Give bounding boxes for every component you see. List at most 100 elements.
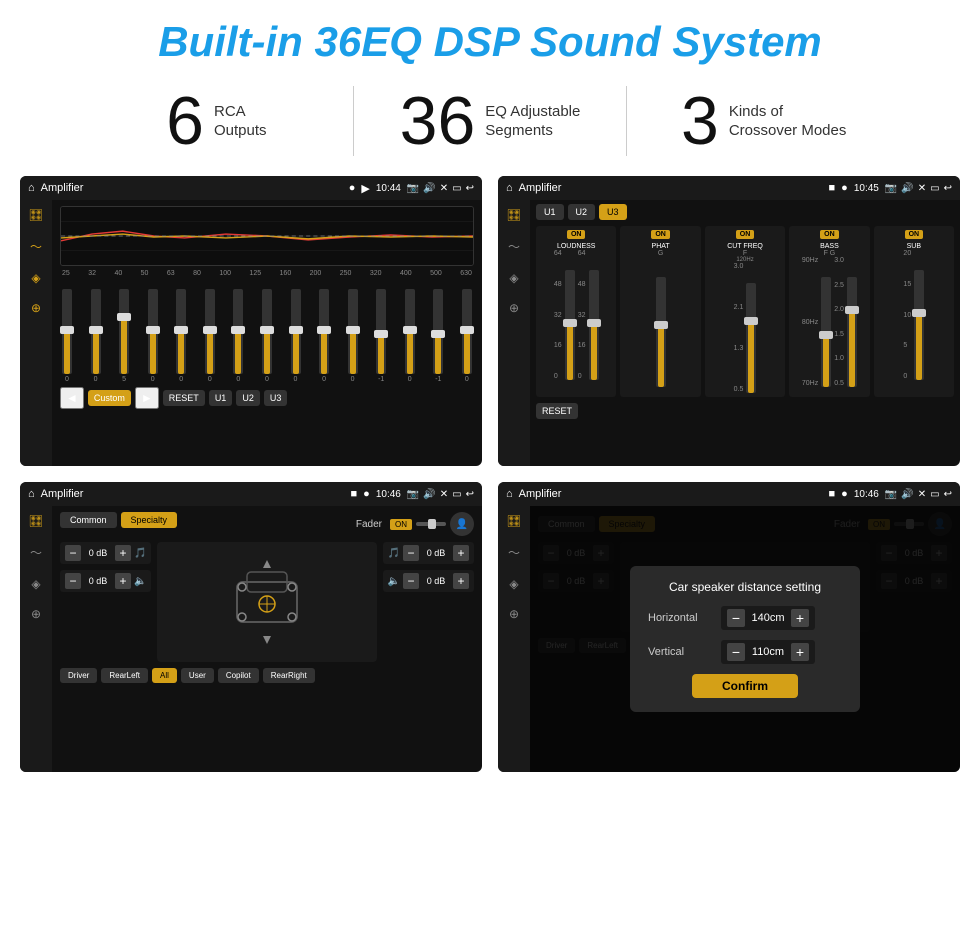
stat-crossover-label: Kinds ofCrossover Modes (729, 102, 847, 141)
eq-u1-button[interactable]: U1 (209, 390, 233, 406)
eq-reset-button[interactable]: RESET (163, 390, 205, 406)
crossover-speaker-icon[interactable]: ◈ (509, 271, 518, 285)
crossover-sidebar: 🎛 〜 ◈ ⊕ (498, 200, 530, 466)
distance-extra-icon[interactable]: ⊕ (509, 607, 519, 621)
crossover-u2-button[interactable]: U2 (568, 204, 596, 220)
eq-custom-button[interactable]: Custom (88, 390, 131, 406)
speaker-extra-icon[interactable]: ⊕ (31, 607, 41, 621)
spk-rearleft-btn[interactable]: RearLeft (101, 668, 148, 683)
distance-tune-icon[interactable]: 🎛 (506, 514, 521, 528)
vol-fr-minus[interactable]: − (403, 545, 419, 561)
eq-slider-11: -1 (376, 289, 386, 383)
vol-fl-minus[interactable]: − (65, 545, 81, 561)
eq-slider-2: 5 (119, 289, 129, 383)
car-diagram-svg (217, 552, 317, 652)
dot4-icon: ● (841, 488, 848, 500)
eq-screen-body: 🎛 〜 ◈ ⊕ (20, 200, 482, 466)
distance-sidebar: 🎛 〜 ◈ ⊕ (498, 506, 530, 772)
car-diagram (157, 542, 376, 662)
vol-fl-plus[interactable]: + (115, 545, 131, 561)
close-icon-4[interactable]: ✕ (918, 489, 926, 500)
crossover-u1-button[interactable]: U1 (536, 204, 564, 220)
profile-button[interactable]: 👤 (450, 512, 474, 536)
cutfreq-label: CUT FREQ (709, 243, 781, 250)
screen-distance-status-icons: 📷 🔊 ✕ ▭ ↩ (885, 489, 952, 500)
horizontal-val-row: − 140cm + (721, 606, 815, 630)
eq-slider-14: 0 (462, 289, 472, 383)
eq-extra-icon[interactable]: ⊕ (31, 301, 41, 315)
eq-next-button[interactable]: ► (135, 387, 159, 409)
speaker-main: Common Specialty Fader ON 👤 (52, 506, 482, 772)
play-icon[interactable]: ▶ (361, 182, 369, 195)
vol-row-fr: 🎵 − 0 dB + (383, 542, 474, 564)
speaker-tune-icon[interactable]: 🎛 (28, 514, 43, 528)
vol-rr-plus[interactable]: + (453, 573, 469, 589)
tab-specialty[interactable]: Specialty (121, 512, 178, 528)
vol-row-rr: 🔈 − 0 dB + (383, 570, 474, 592)
back-icon-3[interactable]: ↩ (466, 489, 474, 500)
speaker-speaker-icon[interactable]: ◈ (31, 577, 40, 591)
screen-crossover-topbar: ⌂ Amplifier ■ ● 10:45 📷 🔊 ✕ ▭ ↩ (498, 176, 960, 200)
stat-crossover: 3 Kinds ofCrossover Modes (627, 87, 900, 155)
spk-copilot-btn[interactable]: Copilot (218, 668, 259, 683)
eq-u2-button[interactable]: U2 (236, 390, 260, 406)
close-icon[interactable]: ✕ (440, 183, 448, 194)
spk-all-btn[interactable]: All (152, 668, 177, 683)
vertical-plus-btn[interactable]: + (791, 643, 809, 661)
fader-on-badge: ON (390, 519, 412, 530)
distance-speaker-icon[interactable]: ◈ (509, 577, 518, 591)
crossover-reset-button[interactable]: RESET (536, 403, 578, 419)
crossover-tune-icon[interactable]: 🎛 (506, 208, 521, 222)
back-icon-4[interactable]: ↩ (944, 489, 952, 500)
distance-wave-icon[interactable]: 〜 (508, 544, 520, 561)
close-icon-2[interactable]: ✕ (918, 183, 926, 194)
page-title: Built-in 36EQ DSP Sound System (0, 0, 980, 76)
crossover-wave-icon[interactable]: 〜 (508, 238, 520, 255)
vol-fr-plus[interactable]: + (453, 545, 469, 561)
volume-icon: 🔊 (423, 183, 435, 194)
back-icon-2[interactable]: ↩ (944, 183, 952, 194)
dot-icon-4: ■ (829, 488, 836, 500)
horizontal-minus-btn[interactable]: − (727, 609, 745, 627)
screen-speaker: ⌂ Amplifier ■ ● 10:46 📷 🔊 ✕ ▭ ↩ 🎛 〜 ◈ ⊕ (20, 482, 482, 772)
speaker-wave-icon[interactable]: 〜 (30, 544, 42, 561)
eq-slider-10: 0 (348, 289, 358, 383)
vertical-minus-btn[interactable]: − (727, 643, 745, 661)
eq-slider-12: 0 (405, 289, 415, 383)
channel-bass: ON BASS F G 90Hz80Hz70Hz 3.02.52.01.51.0… (789, 226, 869, 397)
tab-common[interactable]: Common (60, 512, 117, 528)
home-icon[interactable]: ⌂ (28, 182, 35, 194)
screen-speaker-title: Amplifier (41, 488, 345, 500)
eq-tune-icon[interactable]: 🎛 (28, 208, 43, 222)
spk-user-btn[interactable]: User (181, 668, 214, 683)
window-icon: ▭ (452, 183, 461, 194)
window-icon-3: ▭ (452, 489, 461, 500)
eq-speaker-icon[interactable]: ◈ (31, 271, 40, 285)
cutfreq-on-badge: ON (736, 230, 755, 239)
screen-eq-topbar: ⌂ Amplifier ● ▶ 10:44 📷 🔊 ✕ ▭ ↩ (20, 176, 482, 200)
crossover-extra-icon[interactable]: ⊕ (509, 301, 519, 315)
dot-icon: ● (349, 182, 356, 194)
close-icon-3[interactable]: ✕ (440, 489, 448, 500)
stat-eq: 36 EQ AdjustableSegments (354, 87, 627, 155)
home-icon-3[interactable]: ⌂ (28, 488, 35, 500)
spk-driver-btn[interactable]: Driver (60, 668, 97, 683)
confirm-button[interactable]: Confirm (692, 674, 798, 698)
bass-on-badge: ON (820, 230, 839, 239)
distance-main: Common Specialty Fader ON 👤 (530, 506, 960, 772)
home-icon-4[interactable]: ⌂ (506, 488, 513, 500)
horizontal-plus-btn[interactable]: + (791, 609, 809, 627)
eq-u3-button[interactable]: U3 (264, 390, 288, 406)
eq-wave-icon[interactable]: 〜 (30, 238, 42, 255)
vol-rl-plus[interactable]: + (115, 573, 131, 589)
vertical-val-row: − 110cm + (721, 640, 815, 664)
back-icon[interactable]: ↩ (466, 183, 474, 194)
home-icon-2[interactable]: ⌂ (506, 182, 513, 194)
screen-distance-topbar: ⌂ Amplifier ■ ● 10:46 📷 🔊 ✕ ▭ ↩ (498, 482, 960, 506)
spk-rearright-btn[interactable]: RearRight (263, 668, 315, 683)
vol-rr-minus[interactable]: − (403, 573, 419, 589)
vol-rl-minus[interactable]: − (65, 573, 81, 589)
rl-speaker-icon: 🔈 (134, 576, 146, 587)
crossover-u3-button[interactable]: U3 (599, 204, 627, 220)
eq-prev-button[interactable]: ◄ (60, 387, 84, 409)
